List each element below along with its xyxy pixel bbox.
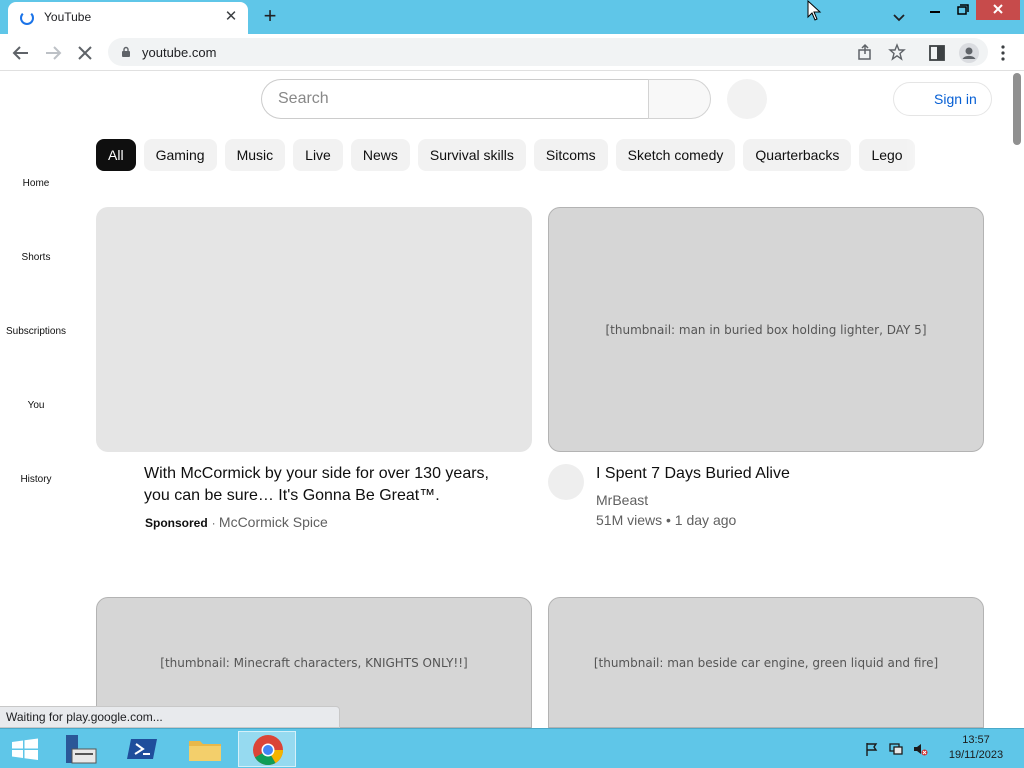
chip-music[interactable]: Music	[224, 139, 286, 171]
filter-chips: All Gaming Music Live News Survival skills Sit…	[96, 139, 941, 171]
restore-icon	[957, 4, 969, 15]
search-input[interactable]	[278, 80, 638, 118]
search-box	[261, 79, 649, 119]
close-tab-icon[interactable]: ✕	[222, 8, 240, 26]
thumbnail-caption: [thumbnail: Minecraft characters, KNIGHT…	[160, 655, 468, 670]
tab-title: YouTube	[44, 10, 92, 24]
ad-title[interactable]: With McCormick by your side for over 130…	[144, 463, 524, 507]
profile-avatar-icon[interactable]	[958, 42, 980, 64]
guide-item-history[interactable]: History	[0, 446, 72, 520]
video-thumbnail[interactable]: [thumbnail: man beside car engine, green…	[548, 597, 984, 728]
forward-arrow-icon[interactable]	[42, 42, 64, 64]
speaker-muted-icon[interactable]	[912, 741, 928, 757]
side-panel-icon[interactable]	[926, 42, 948, 64]
ad-title-line-1: With McCormick by your side for over 130…	[144, 465, 489, 482]
channel-name[interactable]: MrBeast	[596, 492, 648, 508]
chrome-taskbar-button[interactable]	[238, 731, 296, 767]
clock-date: 19/11/2023	[948, 749, 1004, 761]
bookmark-star-icon[interactable]	[888, 43, 906, 61]
close-icon	[993, 4, 1003, 14]
address-bar[interactable]: youtube.com	[108, 38, 988, 66]
lock-icon[interactable]	[120, 46, 132, 58]
guide-label-you: You	[27, 400, 45, 411]
chip-live[interactable]: Live	[293, 139, 343, 171]
tab-strip: YouTube ✕ +	[0, 0, 1024, 34]
channel-avatar[interactable]	[548, 464, 584, 500]
guide-label-home: Home	[22, 178, 50, 189]
page-scrollbar[interactable]	[1010, 71, 1024, 728]
tab-search-chevron-icon[interactable]	[888, 6, 910, 28]
guide-label-history: History	[20, 474, 52, 485]
browser-tab[interactable]: YouTube ✕	[8, 2, 248, 34]
guide-label-shorts: Shorts	[21, 252, 51, 263]
minimize-icon	[930, 11, 940, 13]
stop-loading-icon[interactable]	[74, 42, 96, 64]
sign-in-button[interactable]: Sign in	[893, 82, 992, 116]
video-stats: 51M views • 1 day ago	[596, 512, 737, 528]
status-bubble: Waiting for play.google.com...	[0, 706, 340, 728]
file-explorer-button[interactable]	[176, 731, 234, 767]
clock-time: 13:57	[962, 734, 990, 746]
video-title[interactable]: I Spent 7 Days Buried Alive	[596, 463, 976, 485]
ad-channel-name[interactable]: McCormick Spice	[219, 514, 328, 530]
ad-meta: Sponsored · McCormick Spice	[145, 514, 328, 530]
guide-item-subscriptions[interactable]: Subscriptions	[0, 298, 72, 372]
powershell-button[interactable]	[114, 731, 172, 767]
sponsored-label: Sponsored	[145, 516, 208, 530]
guide-item-home[interactable]: Home	[0, 150, 72, 224]
ad-title-line-2: you can be sure… It's Gonna Be Great™.	[144, 487, 440, 504]
video-thumbnail[interactable]: [thumbnail: man in buried box holding li…	[548, 207, 984, 452]
back-arrow-icon[interactable]	[10, 42, 32, 64]
guide-label-subscriptions: Subscriptions	[5, 326, 67, 337]
url-text: youtube.com	[142, 45, 217, 60]
chrome-icon	[253, 735, 283, 766]
network-icon[interactable]	[888, 741, 904, 757]
chip-sitcoms[interactable]: Sitcoms	[533, 139, 608, 171]
action-center-flag-icon[interactable]	[864, 741, 880, 757]
chip-gaming[interactable]: Gaming	[143, 139, 217, 171]
chip-all[interactable]: All	[96, 139, 136, 171]
server-manager-button[interactable]	[52, 731, 110, 767]
server-manager-icon	[66, 735, 97, 764]
browser-toolbar: youtube.com	[0, 34, 1024, 71]
search-button[interactable]	[648, 79, 711, 119]
thumbnail-caption: [thumbnail: man beside car engine, green…	[593, 655, 939, 670]
share-icon[interactable]	[856, 43, 874, 61]
chip-news[interactable]: News	[350, 139, 410, 171]
start-button[interactable]	[0, 731, 50, 767]
chips-fade	[905, 139, 945, 171]
system-clock[interactable]: 13:57 19/11/2023	[940, 733, 1012, 763]
loading-spinner-icon	[20, 11, 34, 25]
close-window-button[interactable]	[976, 0, 1020, 20]
guide-item-shorts[interactable]: Shorts	[0, 224, 72, 298]
restore-button[interactable]	[949, 0, 975, 20]
ad-thumbnail[interactable]	[96, 207, 532, 452]
chip-sketch-comedy[interactable]: Sketch comedy	[615, 139, 736, 171]
kebab-menu-icon[interactable]	[992, 42, 1014, 64]
powershell-icon	[127, 739, 157, 759]
thumbnail-caption: [thumbnail: man in buried box holding li…	[605, 322, 927, 337]
mouse-cursor-icon	[807, 0, 822, 21]
minimize-button[interactable]	[922, 0, 948, 20]
windows-taskbar: 13:57 19/11/2023	[0, 728, 1024, 768]
sign-in-label: Sign in	[934, 91, 977, 107]
chip-quarterbacks[interactable]: Quarterbacks	[743, 139, 852, 171]
voice-search-button[interactable]	[727, 79, 767, 119]
folder-icon	[189, 741, 221, 761]
guide-item-you[interactable]: You	[0, 372, 72, 446]
scrollbar-thumb[interactable]	[1013, 73, 1021, 145]
chip-survival-skills[interactable]: Survival skills	[417, 139, 526, 171]
windows-logo-icon	[12, 738, 38, 760]
new-tab-button[interactable]: +	[258, 5, 282, 29]
